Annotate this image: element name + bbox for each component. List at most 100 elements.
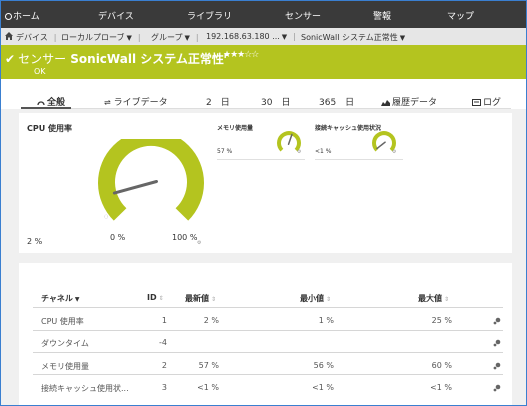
memory-gauge-divider: [217, 159, 305, 160]
nav-home[interactable]: ホーム: [5, 9, 40, 22]
memory-gauge-value: 57 %: [217, 148, 233, 155]
priority-stars[interactable]: ★★★☆☆: [223, 50, 259, 60]
chevron-down-icon: ▼: [184, 34, 190, 42]
tab-2-days[interactable]: 2 日: [206, 95, 230, 108]
table-cell-channel[interactable]: 接続キャッシュ使用状...: [41, 383, 129, 394]
breadcrumb-item-devices[interactable]: デバイス |: [16, 32, 56, 43]
memory-gauge-needle: [287, 133, 293, 146]
tab-365-days[interactable]: 365 日: [319, 95, 354, 108]
channel-table: チャネル ▼ ID ⇕ 最新値 ⇕ 最小値 ⇕ 最大値 ⇕ CPU 使用率 1 2 % 1…: [19, 263, 512, 405]
title-prefix: センサー: [18, 52, 67, 66]
table-row-divider: [33, 330, 503, 331]
check-icon: ✔: [5, 52, 16, 66]
breadcrumb-item-device[interactable]: 192.168.63.180 ... ▼ |: [206, 32, 296, 41]
tab-30-days[interactable]: 30 日: [261, 95, 290, 108]
nav-alarms[interactable]: 警報: [373, 9, 391, 22]
breadcrumb-separator: |: [53, 33, 57, 42]
column-header-latest[interactable]: 最新値 ⇕: [185, 293, 216, 304]
gauge-icon: [37, 101, 45, 106]
channel-settings-icon[interactable]: [493, 384, 501, 392]
cpu-gauge-needle: [112, 179, 158, 195]
live-data-icon: ⇌: [104, 98, 111, 107]
top-navigation: ホーム デバイス ライブラリ センサー 警報 マップ: [1, 1, 526, 28]
cpu-gauge-settings-icon[interactable]: ⚙: [197, 240, 201, 246]
nav-sensors[interactable]: センサー: [285, 9, 321, 22]
cpu-gauge[interactable]: [91, 139, 211, 229]
nav-libraries[interactable]: ライブラリ: [187, 9, 232, 22]
house-icon[interactable]: [4, 31, 14, 41]
chevron-down-icon: ▼: [126, 34, 132, 42]
table-cell-min: 56 %: [313, 361, 334, 370]
column-header-channel[interactable]: チャネル ▼: [41, 293, 80, 304]
breadcrumb-item-probe[interactable]: ローカルプローブ ▼ |: [61, 32, 141, 43]
cpu-gauge-min: 0 %: [110, 233, 126, 242]
breadcrumb-separator: |: [293, 32, 296, 41]
sort-down-icon: ▼: [74, 296, 80, 303]
table-cell-id: -4: [159, 338, 167, 347]
column-header-id[interactable]: ID ⇕: [147, 293, 164, 302]
cache-gauge-divider: [315, 159, 403, 160]
column-header-min[interactable]: 最小値 ⇕: [300, 293, 331, 304]
sort-icon: ⇕: [444, 296, 450, 303]
channel-settings-icon[interactable]: [493, 362, 501, 370]
table-cell-latest: <1 %: [197, 383, 219, 392]
table-row-divider: [33, 352, 503, 353]
sort-icon: ⇕: [211, 296, 217, 303]
cpu-gauge-value: 2 %: [27, 237, 43, 246]
table-cell-channel[interactable]: CPU 使用率: [41, 316, 84, 327]
window-frame: ホーム デバイス ライブラリ センサー 警報 マップ デバイス | ローカルプロー…: [0, 0, 527, 406]
cpu-gauge-title: CPU 使用率: [27, 124, 73, 133]
page-title: ✔ センサー SonicWall システム正常性P: [5, 50, 229, 67]
tab-historic-data[interactable]: 履歴データ: [381, 95, 437, 108]
breadcrumb-separator: |: [137, 33, 141, 42]
table-cell-min: 1 %: [318, 316, 334, 325]
tab-divider: [21, 108, 511, 109]
tab-log[interactable]: ログ: [472, 95, 501, 108]
area-chart-icon: [381, 100, 390, 106]
table-row-divider: [33, 374, 503, 375]
table-cell-min: <1 %: [312, 383, 334, 392]
table-cell-channel[interactable]: ダウンタイム: [41, 338, 89, 349]
table-header-divider: [33, 307, 503, 308]
log-icon: [472, 99, 481, 106]
table-cell-max: <1 %: [430, 383, 452, 392]
table-cell-max: 25 %: [431, 316, 452, 325]
cache-gauge-value: <1 %: [315, 148, 332, 155]
tab-bar: 全般 ⇌ ライブデータ 2 日 30 日 365 日 履歴データ ログ: [1, 79, 526, 109]
cache-gauge-settings-icon[interactable]: ⚙: [392, 149, 396, 155]
column-header-max[interactable]: 最大値 ⇕: [418, 293, 449, 304]
channel-settings-icon[interactable]: [493, 339, 501, 347]
cpu-gauge-max: 100 %: [172, 233, 198, 242]
table-cell-id: 3: [161, 383, 167, 392]
breadcrumb-item-group[interactable]: グループ ▼ |: [151, 32, 199, 43]
table-cell-max: 60 %: [431, 361, 452, 370]
sort-icon: ⇕: [326, 296, 332, 303]
table-cell-channel[interactable]: メモリ使用量: [41, 361, 89, 372]
cache-gauge-needle: [376, 141, 386, 150]
memory-gauge-settings-icon[interactable]: ⚙: [297, 149, 301, 155]
nav-maps[interactable]: マップ: [447, 9, 474, 22]
sort-icon: ⇕: [158, 295, 164, 302]
breadcrumb-separator: |: [195, 33, 199, 42]
breadcrumb-item-sensor[interactable]: SonicWall システム正常性 ▼: [301, 32, 405, 43]
chevron-down-icon: ▼: [399, 34, 406, 42]
nav-home-label: ホーム: [13, 12, 40, 22]
nav-devices[interactable]: デバイス: [98, 9, 134, 22]
home-icon: [5, 13, 12, 20]
sensor-name: SonicWall システム正常性: [70, 52, 224, 66]
channel-settings-icon[interactable]: [493, 317, 501, 325]
breadcrumb: デバイス | ローカルプローブ ▼ | グループ ▼ | 192.168.63.180 .…: [1, 28, 526, 46]
table-cell-id: 2: [161, 361, 167, 370]
cpu-gauge-arc: [98, 139, 204, 221]
table-cell-latest: 2 %: [203, 316, 219, 325]
chevron-down-icon: ▼: [281, 33, 288, 41]
gauges-panel: CPU 使用率 ◌ 2 % 0 % 100 % ⚙ メモリ使用量 57 % ⚙ …: [19, 113, 512, 253]
memory-gauge-title: メモリ使用量: [217, 125, 254, 132]
table-cell-latest: 57 %: [198, 361, 219, 370]
tab-live-data[interactable]: ⇌ ライブデータ: [104, 95, 168, 108]
active-tab-indicator: [21, 107, 71, 109]
table-cell-id: 1: [161, 316, 167, 325]
status-text: OK: [34, 67, 46, 76]
sensor-header: ✔ センサー SonicWall システム正常性P ★★★☆☆ OK: [1, 45, 526, 79]
cpu-gauge-knob: ◌: [104, 214, 109, 220]
